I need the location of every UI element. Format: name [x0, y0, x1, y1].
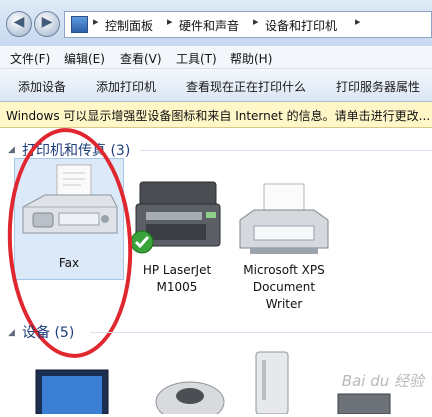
mouse-icon: [155, 381, 225, 417]
command-bar: 添加设备 添加打印机 查看现在正在打印什么 打印服务器属性: [0, 69, 432, 102]
control-panel-icon: [71, 16, 88, 33]
group-divider: [90, 332, 432, 333]
breadcrumb-devices-printers[interactable]: 设备和打印机: [265, 17, 337, 34]
address-bar-area: ◀ ▶ ▸ 控制面板 ▸ 硬件和声音 ▸ 设备和打印机 ▸: [0, 0, 432, 47]
xps-writer-label: Microsoft XPS Document Writer: [243, 263, 325, 311]
breadcrumb-separator: ▸: [93, 15, 99, 28]
monitor-device-tile[interactable]: [32, 368, 112, 415]
back-arrow-icon: ◀: [13, 14, 25, 30]
breadcrumb-separator: ▸: [355, 15, 361, 28]
default-printer-check-icon: [130, 230, 154, 254]
collapse-triangle-icon[interactable]: ◢: [8, 328, 15, 338]
info-bar[interactable]: Windows 可以显示增强型设备图标和来自 Internet 的信息。请单击进…: [0, 102, 432, 128]
computer-tower-icon: [255, 351, 289, 415]
menu-tools[interactable]: 工具(T): [176, 50, 217, 67]
menu-help[interactable]: 帮助(H): [230, 50, 272, 67]
watermark: Bai du 经验: [341, 372, 424, 390]
forward-button[interactable]: ▶: [34, 11, 60, 37]
add-device-button[interactable]: 添加设备: [18, 78, 66, 95]
address-box[interactable]: ▸ 控制面板 ▸ 硬件和声音 ▸ 设备和打印机 ▸: [64, 11, 432, 38]
group-header-devices[interactable]: 设备 (5): [22, 322, 74, 342]
breadcrumb-separator: ▸: [253, 15, 259, 28]
hp-laserjet-label: HP LaserJet M1005: [142, 263, 212, 294]
xps-writer-tile[interactable]: Microsoft XPS Document Writer: [230, 180, 338, 312]
device-tile[interactable]: [334, 388, 394, 415]
add-printer-button[interactable]: 添加打印机: [96, 78, 156, 95]
menu-view[interactable]: 查看(V): [120, 50, 162, 67]
hp-laserjet-tile[interactable]: HP LaserJet M1005: [124, 168, 230, 298]
xps-printer-icon: [239, 183, 329, 254]
menu-edit[interactable]: 编辑(E): [64, 50, 105, 67]
see-whats-printing-button[interactable]: 查看现在正在打印什么: [186, 78, 306, 95]
group-divider: [140, 150, 432, 151]
breadcrumb-control-panel[interactable]: 控制面板: [105, 17, 153, 34]
forward-arrow-icon: ▶: [41, 14, 53, 30]
pc-device-tile[interactable]: [252, 350, 292, 415]
breadcrumb-separator: ▸: [167, 15, 173, 28]
device-icon: [337, 393, 391, 415]
breadcrumb-hardware-sound[interactable]: 硬件和声音: [179, 17, 239, 34]
mouse-device-tile[interactable]: [150, 374, 226, 417]
info-bar-text: Windows 可以显示增强型设备图标和来自 Internet 的信息。请单击进…: [6, 109, 431, 123]
menu-bar: 文件(F) 编辑(E) 查看(V) 工具(T) 帮助(H): [0, 46, 432, 69]
print-server-properties-button[interactable]: 打印服务器属性: [336, 78, 420, 95]
menu-file[interactable]: 文件(F): [10, 50, 50, 67]
collapse-triangle-icon[interactable]: ◢: [8, 145, 15, 155]
monitor-icon: [35, 369, 109, 415]
back-button[interactable]: ◀: [6, 11, 32, 37]
